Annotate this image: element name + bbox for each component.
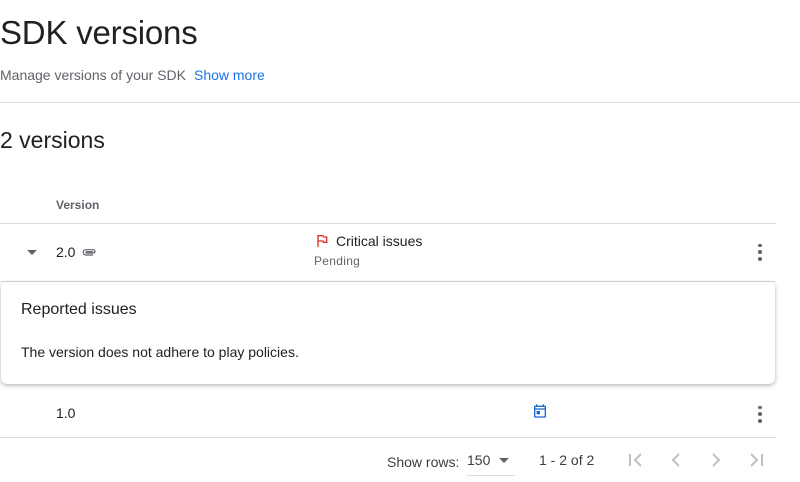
collapse-row-button[interactable] [22,244,42,260]
page-subtitle-row: Manage versions of your SDK Show more [0,67,265,83]
status-text: Critical issues [336,233,423,249]
page-title: SDK versions [0,14,198,51]
version-cell: 1.0 [56,405,75,421]
reported-issues-text: The version does not adhere to play poli… [21,344,299,360]
table-header-row: Version [0,185,776,224]
show-more-link[interactable]: Show more [194,67,265,83]
column-header-version[interactable]: Version [56,198,99,212]
caret-down-icon [27,249,37,255]
header-divider [0,102,800,103]
first-page-icon [629,453,642,467]
last-page-icon [750,453,763,467]
chevron-left-icon [671,453,680,467]
status-subtext: Pending [314,254,361,268]
first-page-button[interactable] [624,448,648,472]
versions-count-title: 2 versions [0,127,105,153]
versions-table: Version 2.0 Critical issues Pending Repo… [0,185,776,438]
page-subtitle: Manage versions of your SDK [0,67,186,83]
pagination-range: 1 - 2 of 2 [539,452,595,468]
show-rows-label: Show rows: [387,454,460,470]
table-pagination: Show rows: 150 1 - 2 of 2 [0,436,776,482]
status-cell: Critical issues Pending [314,233,422,268]
next-page-button[interactable] [704,448,728,472]
table-row[interactable]: 2.0 Critical issues Pending [0,224,776,282]
last-page-button[interactable] [744,448,768,472]
rows-per-page-value: 150 [467,452,491,468]
reported-issues-panel: Reported issues The version does not adh… [1,282,775,384]
chevron-right-icon [712,453,721,467]
version-number: 1.0 [56,405,76,421]
version-number: 2.0 [56,244,76,260]
row-more-menu-button[interactable] [752,242,768,262]
flag-icon [314,233,330,249]
rows-per-page-select[interactable]: 150 [467,449,515,476]
row-more-menu-button[interactable] [752,404,768,424]
version-cell: 2.0 [56,244,97,260]
paperclip-icon [81,244,97,260]
reported-issues-title: Reported issues [21,301,137,318]
caret-down-icon [499,458,510,463]
sdk-versions-page: SDK versions Manage versions of your SDK… [0,0,800,482]
calendar-icon[interactable] [532,403,548,419]
previous-page-button[interactable] [664,448,688,472]
table-row[interactable]: 1.0 [0,388,776,438]
